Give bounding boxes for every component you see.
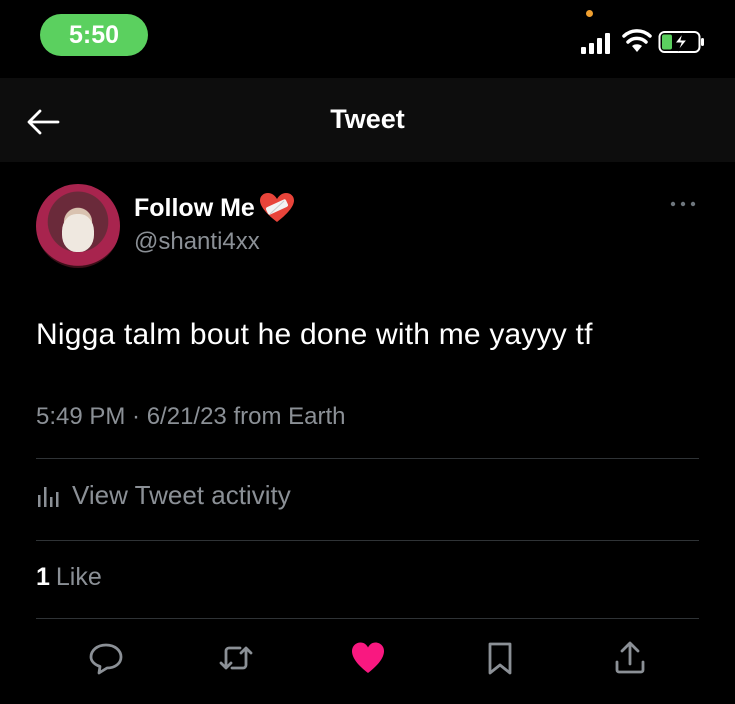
- wifi-icon: [622, 29, 652, 52]
- heart-icon[interactable]: [350, 640, 386, 676]
- tweet-text: Nigga talm bout he done with me yayyy tf: [36, 318, 593, 351]
- divider: [36, 458, 699, 459]
- signal-icon: [581, 33, 610, 54]
- status-time: 5:50: [40, 14, 148, 56]
- mending-heart-emoji-icon: [259, 193, 294, 222]
- divider: [36, 618, 699, 619]
- display-name[interactable]: Follow Me: [134, 194, 255, 223]
- page-title: Tweet: [330, 104, 405, 134]
- view-tweet-activity-label: View Tweet activity: [72, 480, 291, 510]
- divider: [36, 540, 699, 541]
- top-nav-bar: Tweet: [0, 78, 735, 162]
- avatar[interactable]: [36, 184, 120, 268]
- author-name-row[interactable]: Follow Me: [134, 192, 295, 224]
- like-label: Like: [55, 563, 102, 591]
- privacy-indicator-dot: [586, 10, 593, 17]
- status-bar: 5:50: [0, 0, 735, 78]
- reply-icon[interactable]: [88, 640, 124, 676]
- likes-count[interactable]: 1 Like: [36, 563, 102, 592]
- author-handle[interactable]: @shanti4xx: [134, 228, 260, 256]
- view-tweet-activity-button[interactable]: View Tweet activity: [36, 480, 291, 511]
- bookmark-icon[interactable]: [482, 640, 518, 676]
- like-count: 1: [36, 563, 50, 591]
- retweet-icon[interactable]: [218, 640, 254, 676]
- bar-chart-icon: [38, 486, 59, 507]
- battery-charging-icon: [658, 31, 704, 53]
- tweet-timestamp: 5:49 PM · 6/21/23 from Earth: [36, 403, 346, 430]
- more-icon[interactable]: [668, 198, 698, 210]
- share-icon[interactable]: [612, 640, 648, 676]
